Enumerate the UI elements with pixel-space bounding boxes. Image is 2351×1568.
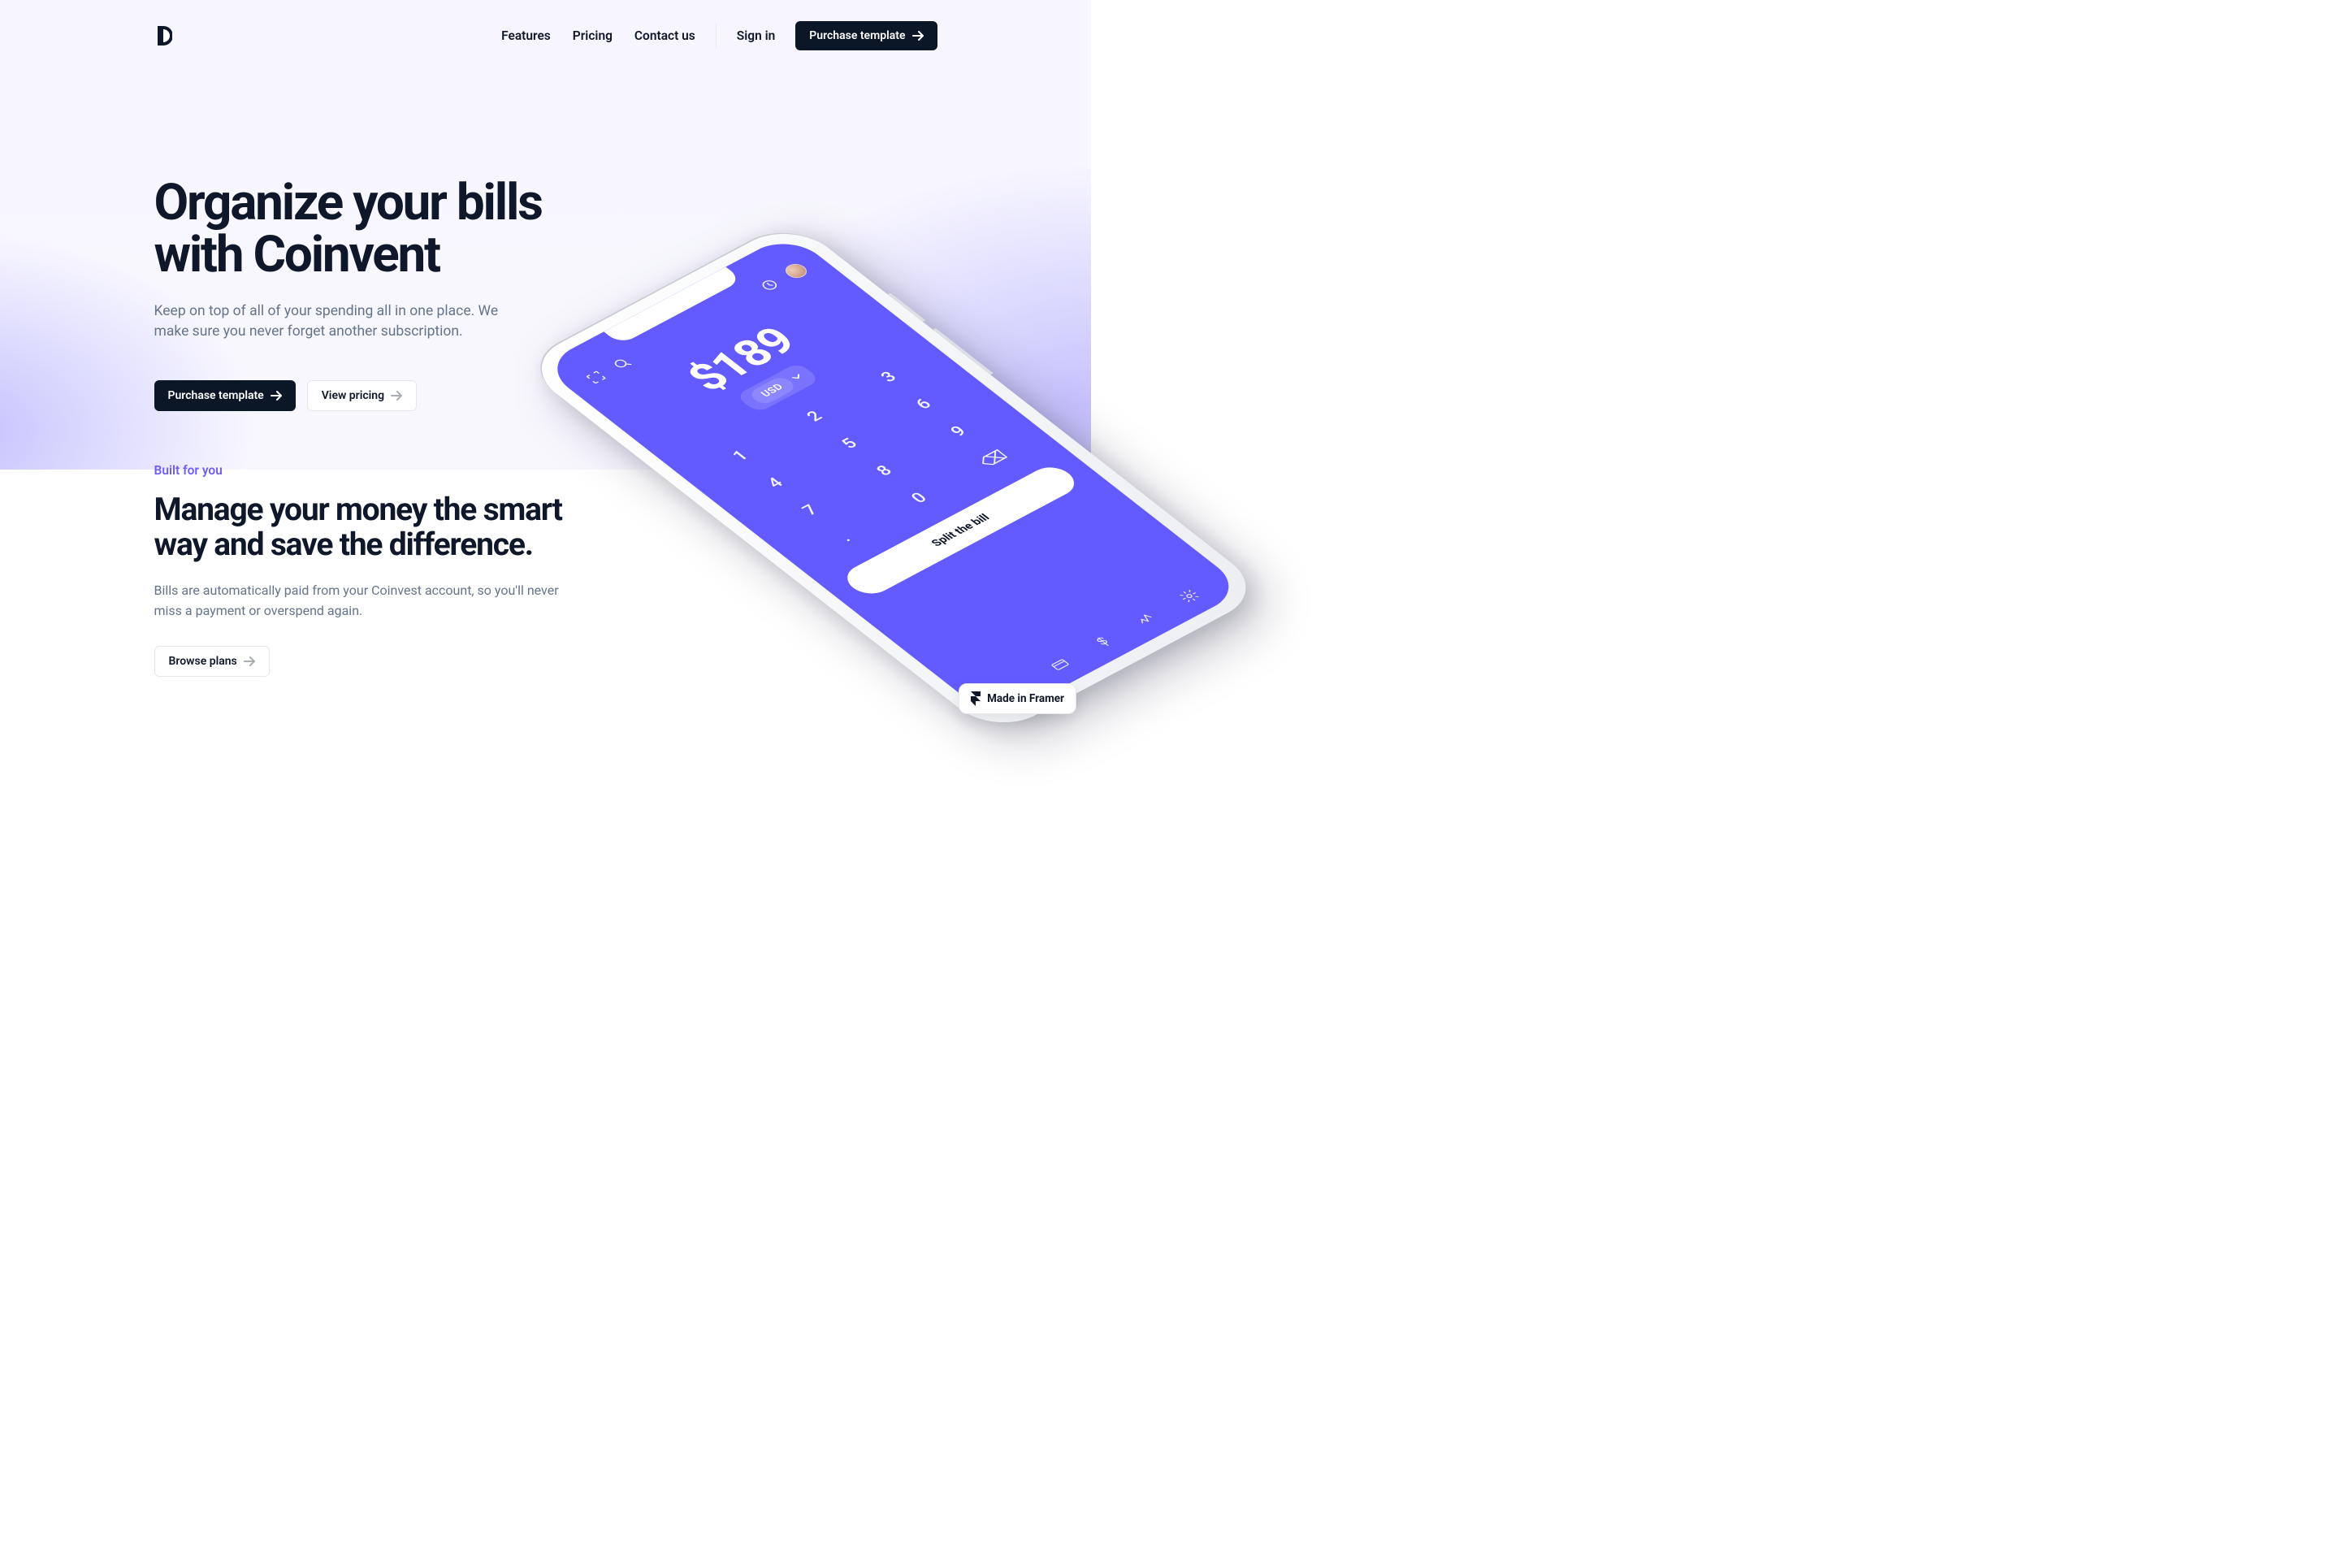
nav-right: Features Pricing Contact us Sign in Purc…: [501, 21, 937, 50]
keypad-key: 1: [699, 432, 782, 480]
scan-icon: [582, 369, 610, 387]
keypad-key: .: [804, 513, 887, 561]
clock-icon: [756, 276, 784, 294]
logo-icon: [154, 24, 172, 47]
browse-plans-button[interactable]: Browse plans: [154, 646, 270, 677]
dollar-icon: [1089, 633, 1117, 651]
section2-subtitle: Bills are automatically paid from your C…: [154, 581, 577, 622]
browse-plans-label: Browse plans: [169, 655, 237, 668]
keypad-key: 0: [878, 474, 961, 522]
framer-icon: [971, 691, 981, 706]
framer-badge-label: Made in Framer: [987, 692, 1064, 705]
nav-links: Features Pricing Contact us: [501, 28, 695, 43]
arrow-right-icon: [912, 31, 924, 41]
search-icon: [608, 355, 636, 373]
hero-purchase-button[interactable]: Purchase template: [154, 380, 296, 411]
avatar: [782, 261, 812, 280]
keypad-key: 6: [883, 380, 965, 428]
card-icon: [1046, 656, 1074, 674]
section2-cta: Browse plans: [154, 646, 937, 677]
gear-icon: [1176, 587, 1203, 605]
view-pricing-button[interactable]: View pricing: [307, 380, 417, 411]
keypad-key-backspace: ⌫: [952, 435, 1035, 483]
purchase-template-button[interactable]: Purchase template: [795, 21, 937, 50]
keypad-key: 7: [769, 487, 851, 535]
hero-subtitle: Keep on top of all of your spending all …: [154, 301, 504, 343]
nav-link-contact[interactable]: Contact us: [634, 28, 695, 43]
site-header: Features Pricing Contact us Sign in Purc…: [154, 0, 937, 50]
purchase-template-label: Purchase template: [809, 29, 905, 42]
keypad-key: 5: [808, 420, 890, 468]
made-in-framer-badge[interactable]: Made in Framer: [959, 683, 1076, 714]
arrow-right-icon: [244, 656, 255, 666]
hero-title-line1: Organize your bills: [154, 173, 542, 232]
keypad-key: 2: [774, 392, 856, 440]
arrow-right-icon: [391, 391, 402, 401]
logo[interactable]: [154, 24, 172, 47]
section2-title: Manage your money the smart way and save…: [154, 492, 609, 563]
keypad-key: 9: [918, 408, 1000, 456]
keypad-key: 4: [734, 459, 816, 507]
view-pricing-label: View pricing: [322, 389, 384, 402]
nav-divider: [716, 24, 717, 48]
nav-link-pricing[interactable]: Pricing: [573, 28, 613, 43]
hero-purchase-label: Purchase template: [168, 389, 264, 402]
keypad-key: 3: [848, 353, 930, 401]
sign-in-link[interactable]: Sign in: [737, 28, 776, 43]
chevron-down-icon: [792, 374, 803, 381]
keypad-key: 8: [843, 447, 925, 495]
activity-icon: [1132, 610, 1160, 628]
arrow-right-icon: [271, 391, 282, 401]
nav-link-features[interactable]: Features: [501, 28, 551, 43]
hero-title-line2: with Coinvent: [154, 225, 439, 284]
